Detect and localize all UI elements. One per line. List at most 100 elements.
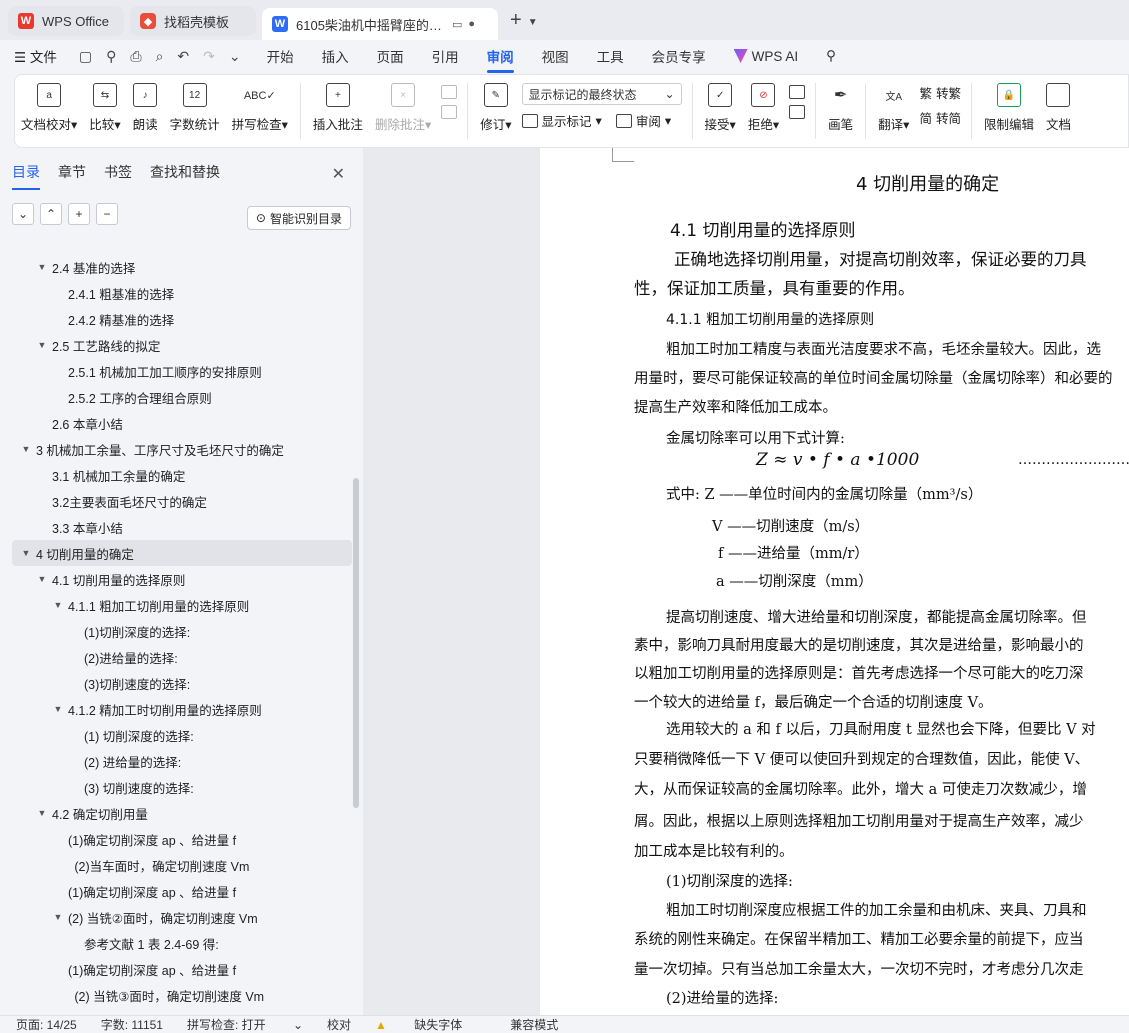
wps-ai-button[interactable]: WPS AI <box>733 49 798 64</box>
save-icon[interactable]: ▢ <box>79 48 92 65</box>
smart-toc-button[interactable]: ⊙ 智能识别目录 <box>246 206 351 230</box>
tab-wps-office[interactable]: W WPS Office <box>8 6 124 36</box>
nav-tab-find-replace[interactable]: 查找和替换 <box>150 162 220 182</box>
chevron-down-icon[interactable]: ▼ <box>528 17 538 28</box>
undo-icon[interactable]: ↶ <box>177 48 189 65</box>
toc-item[interactable]: ▼ 4.1.2 精加工时切削用量的选择原则 <box>12 696 352 722</box>
markup-mode-select[interactable]: 显示标记的最终状态 ⌄ <box>521 83 682 105</box>
new-tab-plus-icon[interactable]: + <box>510 9 522 32</box>
proof-status[interactable]: 校对 <box>327 1016 351 1033</box>
tab-document[interactable]: W 6105柴油机中摇臂座的气门摇 ▭ ● <box>262 8 498 40</box>
to-traditional-button[interactable]: 繁转繁 <box>919 83 961 102</box>
screen-icon[interactable]: ▭ <box>452 18 462 31</box>
tab-templates[interactable]: ◆ 找稻壳模板 <box>130 6 256 36</box>
insert-comment-button[interactable]: + 插入批注 <box>313 83 363 133</box>
print-preview-icon[interactable]: ⌕ <box>156 48 164 65</box>
share-icon[interactable]: ⚲ <box>106 48 116 65</box>
restrict-edit-button[interactable]: 🔒 限制编辑 <box>984 83 1034 133</box>
expand-toggle-icon[interactable]: ▼ <box>36 340 48 350</box>
prev-comment-icon[interactable] <box>441 85 458 99</box>
toc-item[interactable]: (1)确定切削深度 ap 、给进量 f <box>12 956 352 982</box>
pen-button[interactable]: ✒ 画笔 <box>828 83 853 133</box>
word-count-button[interactable]: 12 字数统计 <box>170 83 220 133</box>
page-indicator[interactable]: 页面: 14/25 <box>16 1016 77 1033</box>
expand-toggle-icon[interactable]: ▼ <box>36 262 48 272</box>
redo-icon[interactable]: ↷ <box>203 48 215 65</box>
toc-item[interactable]: (1)切削深度的选择: <box>12 618 352 644</box>
expand-toggle-icon[interactable]: ▼ <box>20 444 32 454</box>
prev-change-icon[interactable] <box>789 85 806 99</box>
unsaved-dot-icon[interactable]: ● <box>468 18 475 30</box>
word-count[interactable]: 字数: 11151 <box>101 1016 163 1033</box>
accept-button[interactable]: ✓ 接受▾ <box>705 83 736 133</box>
reject-button[interactable]: ⊘ 拒绝▾ <box>748 83 779 133</box>
toc-item[interactable]: 2.4.1 粗基准的选择 <box>12 280 352 306</box>
toc-item[interactable]: (2)进给量的选择: <box>12 644 352 670</box>
toc-item[interactable]: 3.1 机械加工余量的确定 <box>12 462 352 488</box>
menu-reference[interactable]: 引用 <box>432 46 459 66</box>
to-simplified-button[interactable]: 简转简 <box>919 108 961 127</box>
file-menu[interactable]: ☰ 文件 <box>14 46 57 66</box>
document-more-button[interactable]: 文档 <box>1046 83 1071 133</box>
toc-item[interactable]: 3.2主要表面毛坯尺寸的确定 <box>12 488 352 514</box>
next-change-icon[interactable] <box>789 105 806 119</box>
toc-item[interactable]: 2.6 本章小结 <box>12 410 352 436</box>
toc-scrollbar[interactable] <box>353 478 359 808</box>
search-icon[interactable]: ⚲ <box>826 48 836 64</box>
nav-tab-chapters[interactable]: 章节 <box>58 162 86 182</box>
toc-item[interactable]: ▼ 2.5 工艺路线的拟定 <box>12 332 352 358</box>
menu-home[interactable]: 开始 <box>267 46 294 66</box>
review-pane-button[interactable]: 审阅 ▾ <box>615 111 671 130</box>
missing-font-status[interactable]: ▲ 缺失字体 <box>375 1016 486 1033</box>
spell-check-button[interactable]: ABC✓ 拼写检查▾ <box>232 83 288 133</box>
toc-item[interactable]: ▼ 4 切削用量的确定 <box>12 540 352 566</box>
read-aloud-button[interactable]: ♪ 朗读 <box>133 83 158 133</box>
print-icon[interactable]: ⎙ <box>130 48 141 65</box>
toc-item[interactable]: (3)切削速度的选择: <box>12 670 352 696</box>
toc-item[interactable]: ▼ (2) 当铣②面时，确定切削速度 Vm <box>12 904 352 930</box>
toc-item[interactable]: (3) 切削速度的选择: <box>12 774 352 800</box>
expand-toggle-icon[interactable]: ▼ <box>20 548 32 558</box>
toc-item[interactable]: (1)确定切削深度 ap 、给进量 f <box>12 878 352 904</box>
expand-toggle-icon[interactable]: ▼ <box>52 704 64 714</box>
expand-icon[interactable]: ⌃ <box>40 203 62 225</box>
expand-toggle-icon[interactable]: ▼ <box>52 912 64 922</box>
menu-member[interactable]: 会员专享 <box>652 46 706 66</box>
toc-item[interactable]: (2)当车面时，确定切削速度 Vm <box>12 852 352 878</box>
toc-item[interactable]: 参考文献 1 表 2.4-69 得: <box>12 930 352 956</box>
toc-item[interactable]: (2) 进给量的选择: <box>12 748 352 774</box>
document-page[interactable]: 4 切削用量的确定 4.1 切削用量的选择原则 正确地选择切削用量，对提高切削效… <box>540 148 1129 1015</box>
track-changes-button[interactable]: ✎ 修订▾ <box>480 83 512 133</box>
menu-tools[interactable]: 工具 <box>597 46 624 66</box>
toc-item[interactable]: 2.4.2 精基准的选择 <box>12 306 352 332</box>
menu-page[interactable]: 页面 <box>377 46 404 66</box>
show-markup-button[interactable]: 显示标记 ▾ <box>521 111 602 130</box>
remove-icon[interactable]: − <box>96 203 118 225</box>
nav-tab-bookmarks[interactable]: 书签 <box>104 162 132 182</box>
toc-item[interactable]: (1) 切削深度的选择: <box>12 722 352 748</box>
toc-item[interactable]: ▼ 4.1.1 粗加工切削用量的选择原则 <box>12 592 352 618</box>
expand-toggle-icon[interactable]: ▼ <box>36 808 48 818</box>
toc-item[interactable]: ▼ 4.1 切削用量的选择原则 <box>12 566 352 592</box>
proof-button[interactable]: a 文档校对▾ <box>21 83 77 133</box>
toc-item[interactable]: ▼ 3 机械加工余量、工序尺寸及毛坯尺寸的确定 <box>12 436 352 462</box>
add-icon[interactable]: + <box>68 203 90 225</box>
toc-item[interactable]: ▼ 2.4 基准的选择 <box>12 254 352 280</box>
menu-view[interactable]: 视图 <box>542 46 569 66</box>
toc-item[interactable]: (2) 当铣③面时，确定切削速度 Vm <box>12 982 352 1008</box>
nav-tab-toc[interactable]: 目录 <box>12 162 40 190</box>
menu-insert[interactable]: 插入 <box>322 46 349 66</box>
collapse-icon[interactable]: ⌄ <box>12 203 34 225</box>
delete-comment-button[interactable]: × 删除批注▾ <box>375 83 431 133</box>
expand-toggle-icon[interactable]: ▼ <box>36 574 48 584</box>
translate-button[interactable]: 文A 翻译▾ <box>878 83 909 133</box>
menu-review[interactable]: 审阅 <box>486 46 514 73</box>
toc-item[interactable]: 2.5.1 机械加工加工顺序的安排原则 <box>12 358 352 384</box>
toc-item[interactable]: (1)确定切削深度 ap 、给进量 f <box>12 826 352 852</box>
next-comment-icon[interactable] <box>441 105 458 119</box>
toc-item[interactable]: 3.3 本章小结 <box>12 514 352 540</box>
toc-item[interactable]: ▼ 4.2 确定切削用量 <box>12 800 352 826</box>
compare-button[interactable]: ⇆ 比较▾ <box>89 83 121 133</box>
close-icon[interactable]: ✕ <box>332 164 345 184</box>
toc-item[interactable]: 2.5.2 工序的合理组合原则 <box>12 384 352 410</box>
